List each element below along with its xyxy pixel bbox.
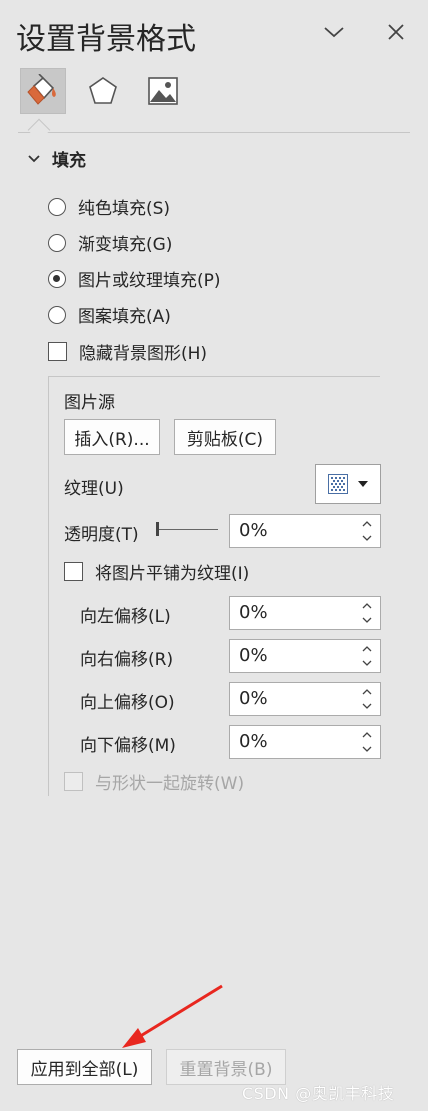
checkbox[interactable] — [48, 342, 67, 361]
section-label: 填充 — [52, 151, 86, 171]
clipboard-button[interactable]: 剪贴板(C) — [174, 419, 276, 455]
picture-icon — [148, 77, 178, 105]
radio-button[interactable] — [48, 269, 66, 288]
spin-up-button[interactable] — [360, 518, 374, 530]
format-background-pane: 设置背景格式 填充 纯色填充(S) 渐变填充(G) 图片或纹理填充(P) 图案填… — [0, 0, 428, 1111]
spin-down-button[interactable] — [360, 532, 374, 544]
chevron-down-icon — [362, 535, 372, 541]
chevron-down-icon — [362, 746, 372, 752]
tab-indicator — [27, 118, 51, 142]
tab-fill[interactable] — [20, 68, 66, 114]
radio-button[interactable] — [48, 197, 66, 216]
pane-title: 设置背景格式 — [16, 22, 196, 57]
paint-bucket-icon — [27, 74, 56, 105]
tab-picture[interactable] — [140, 68, 186, 114]
dropdown-arrow-icon — [358, 481, 368, 487]
insert-button[interactable]: 插入(R)... — [64, 419, 160, 455]
spinner-value[interactable]: 0% — [239, 602, 268, 623]
spinner-value[interactable]: 0% — [239, 731, 268, 752]
radio-gradient-fill[interactable]: 渐变填充(G) — [48, 230, 172, 255]
radio-label: 纯色填充(S) — [78, 199, 171, 219]
collapse-pane-button[interactable] — [318, 16, 350, 48]
radio-label: 渐变填充(G) — [78, 235, 173, 255]
chevron-down-icon — [362, 617, 372, 623]
offset-right-spinner[interactable]: 0% — [229, 639, 381, 673]
offset-bottom-label: 向下偏移(M) — [80, 736, 176, 756]
tab-effects[interactable] — [80, 68, 126, 114]
spin-up-button[interactable] — [360, 729, 374, 741]
checkbox-label: 与形状一起旋转(W) — [95, 774, 245, 794]
checkbox-label: 隐藏背景图形(H) — [79, 344, 208, 364]
texture-label: 纹理(U) — [64, 479, 124, 499]
hide-background-checkbox[interactable]: 隐藏背景图形(H) — [48, 339, 207, 364]
picture-source-label: 图片源 — [64, 393, 115, 413]
tile-as-texture-checkbox[interactable]: 将图片平铺为纹理(I) — [64, 559, 249, 584]
checkbox — [64, 772, 83, 791]
watermark: CSDN @奥凯丰科技 — [242, 1084, 395, 1103]
checkbox[interactable] — [64, 562, 83, 581]
chevron-up-icon — [362, 603, 372, 609]
radio-button[interactable] — [48, 305, 66, 324]
offset-right-label: 向右偏移(R) — [80, 650, 174, 670]
chevron-down-icon — [362, 660, 372, 666]
chevron-up-icon — [362, 689, 372, 695]
spin-down-button[interactable] — [360, 743, 374, 755]
spinner-value[interactable]: 0% — [239, 645, 268, 666]
tab-divider — [18, 132, 410, 133]
spinner-value[interactable]: 0% — [239, 520, 268, 541]
chevron-down-icon — [28, 154, 40, 162]
slider-thumb[interactable] — [156, 522, 159, 536]
checkbox-label: 将图片平铺为纹理(I) — [95, 564, 250, 584]
subpanel-top-border — [48, 376, 380, 377]
radio-label: 图案填充(A) — [78, 307, 171, 327]
offset-top-spinner[interactable]: 0% — [229, 682, 381, 716]
transparency-spinner[interactable]: 0% — [229, 514, 381, 548]
offset-left-label: 向左偏移(L) — [80, 607, 171, 627]
radio-label: 图片或纹理填充(P) — [78, 271, 221, 291]
radio-pattern-fill[interactable]: 图案填充(A) — [48, 302, 171, 327]
transparency-label: 透明度(T) — [64, 525, 139, 545]
chevron-up-icon — [362, 732, 372, 738]
texture-dropdown[interactable] — [315, 464, 381, 504]
spin-up-button[interactable] — [360, 643, 374, 655]
texture-swatch-icon — [328, 474, 348, 494]
slider-track — [158, 529, 218, 530]
close-icon — [388, 24, 404, 40]
chevron-up-icon — [362, 521, 372, 527]
offset-bottom-spinner[interactable]: 0% — [229, 725, 381, 759]
spin-down-button[interactable] — [360, 657, 374, 669]
chevron-down-icon — [324, 27, 344, 38]
offset-top-label: 向上偏移(O) — [80, 693, 175, 713]
chevron-up-icon — [362, 646, 372, 652]
radio-button[interactable] — [48, 233, 66, 252]
pane-tabs — [20, 68, 186, 114]
chevron-down-icon — [362, 703, 372, 709]
spin-up-button[interactable] — [360, 686, 374, 698]
pentagon-icon — [89, 77, 117, 104]
spin-up-button[interactable] — [360, 600, 374, 612]
radio-picture-fill[interactable]: 图片或纹理填充(P) — [48, 266, 221, 291]
apply-to-all-button[interactable]: 应用到全部(L) — [17, 1049, 152, 1085]
rotate-with-shape-checkbox: 与形状一起旋转(W) — [64, 769, 244, 794]
close-pane-button[interactable] — [380, 16, 412, 48]
transparency-slider[interactable] — [156, 522, 218, 536]
fill-section-header[interactable]: 填充 — [28, 146, 86, 171]
spin-down-button[interactable] — [360, 700, 374, 712]
radio-solid-fill[interactable]: 纯色填充(S) — [48, 194, 170, 219]
spinner-value[interactable]: 0% — [239, 688, 268, 709]
subpanel-left-border — [48, 376, 49, 796]
spin-down-button[interactable] — [360, 614, 374, 626]
offset-left-spinner[interactable]: 0% — [229, 596, 381, 630]
